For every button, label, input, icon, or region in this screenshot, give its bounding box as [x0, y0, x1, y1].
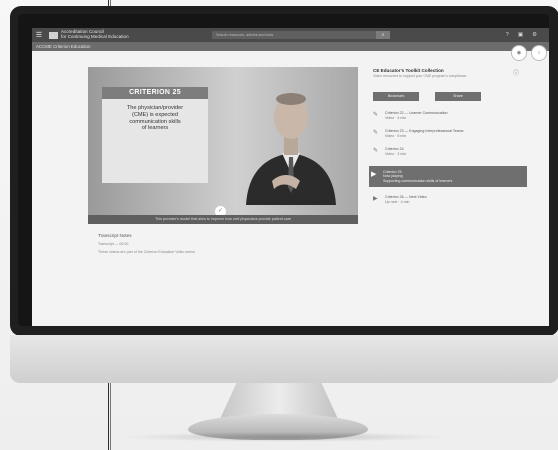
criterion-body: The physician/provider (CME) is expected… [102, 99, 208, 132]
side-panel-buttons: Bookmark Share [373, 92, 523, 101]
video-player[interactable]: CRITERION 25 The physician/provider (CME… [88, 67, 358, 215]
bell-icon[interactable]: ▣ [518, 32, 523, 38]
top-icon-group: ? ▣ ⚙ [506, 28, 537, 42]
list-item[interactable]: ✎ Criterion 23 — Engaging Interprofessio… [373, 129, 523, 138]
pencil-icon: ✎ [373, 130, 379, 137]
brand-line-2: for Continuing Medical Education [61, 34, 129, 39]
play-icon: ▶ [373, 196, 378, 203]
brand-mark-icon [49, 31, 58, 39]
brand-text: Accreditation Council for Continuing Med… [61, 30, 129, 39]
empty-circle-button[interactable]: ○ [531, 45, 547, 61]
transcript-line: These videos are part of the Criterion E… [98, 250, 196, 254]
list-item-meta: Video · 5 min [385, 133, 407, 138]
search-input[interactable]: Search resources, articles and tools [212, 31, 376, 39]
play-icon: ▶ [371, 170, 377, 178]
list-item-meta: Up next · 4 min [385, 199, 410, 204]
list-item-active[interactable]: ▶ Criterion 25 Now playing Supporting co… [369, 165, 527, 188]
brand-logo[interactable]: Accreditation Council for Continuing Med… [49, 30, 129, 39]
criterion-body-line: (CME) is expected [131, 111, 178, 118]
settings-icon[interactable]: ⚙ [532, 32, 537, 38]
hamburger-menu-icon[interactable]: ☰ [32, 31, 46, 39]
app-top-bar: ☰ Accreditation Council for Continuing M… [32, 28, 549, 42]
side-panel-subtitle: Video resources to support your CME prog… [373, 74, 467, 78]
bookmark-button[interactable]: Bookmark [373, 92, 419, 101]
criterion-body-line: communication skills [129, 118, 181, 125]
video-list: ✎ Criterion 22 — Learner Communication Vi… [369, 111, 527, 205]
info-icon[interactable]: ⓘ [513, 68, 519, 77]
side-panel-title: CE Educator's Toolkit Collection [373, 68, 444, 73]
monitor-screen: ☰ Accreditation Council for Continuing M… [32, 28, 549, 326]
list-item-title: Criterion 22 — Learner Communication [385, 111, 448, 115]
record-circle-button[interactable]: ◉ [511, 45, 527, 61]
criterion-body-line: The physician/provider [126, 105, 184, 111]
question-icon[interactable]: ? [506, 32, 509, 38]
criterion-card: CRITERION 25 The physician/provider (CME… [102, 87, 208, 183]
transcript-timestamp: Transcript — 00:00 [98, 242, 129, 246]
list-item-meta: Video · 3 min [385, 151, 407, 156]
monitor-chin [10, 335, 558, 383]
criterion-body-line: of learners [141, 125, 169, 132]
pencil-icon: ✎ [373, 148, 379, 155]
search-button[interactable]: ⌕ [376, 31, 390, 39]
criterion-heading: CRITERION 25 [102, 87, 208, 99]
pencil-icon: ✎ [373, 112, 379, 118]
desk-shadow [120, 432, 450, 442]
monitor-bezel: ☰ Accreditation Council for Continuing M… [10, 6, 558, 336]
play-check-icon[interactable]: ✓ [215, 206, 226, 215]
presenter-figure [246, 93, 336, 205]
list-item-meta: Video · 4 min [385, 115, 407, 120]
side-panel: CE Educator's Toolkit Collection Video r… [369, 68, 527, 214]
list-item[interactable]: ✎ Criterion 24 Video · 3 min [373, 147, 523, 156]
list-item[interactable]: ✎ Criterion 22 — Learner Communication Vi… [373, 111, 523, 120]
transcript-title: Transcript Notes [98, 233, 132, 238]
round-action-group: ◉ ○ [511, 45, 547, 61]
share-button[interactable]: Share [435, 92, 481, 101]
section-bar: ACCME Criterion Education [32, 42, 549, 51]
video-caption-bar: This provider's model that aims to impro… [88, 215, 358, 224]
list-item-description: Supporting communication skills of learn… [383, 178, 453, 183]
list-item[interactable]: ▶ Criterion 26 — Next Video Up next · 4 m… [373, 195, 523, 204]
